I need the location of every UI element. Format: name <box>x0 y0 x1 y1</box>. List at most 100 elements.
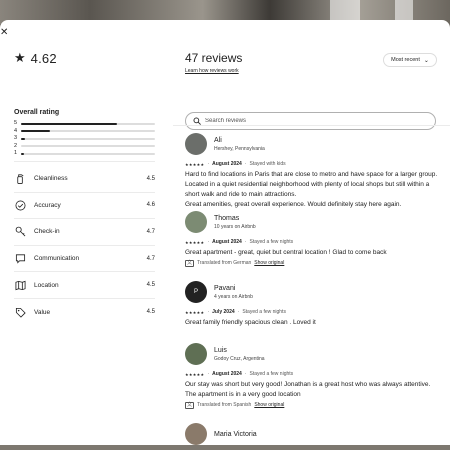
reviewer-subtitle: 4 years on Airbnb <box>214 293 253 300</box>
message-bubble-icon <box>14 253 26 265</box>
separator-dot: · <box>237 309 240 315</box>
category-label: Communication <box>34 255 80 263</box>
category-score: 4.5 <box>146 175 155 182</box>
review-header: Ali Hershey, Pennsylvania <box>185 133 440 155</box>
review-date: August 2024 <box>212 239 242 245</box>
separator-dot: · <box>207 239 210 245</box>
stay-type: Stayed a few nights <box>249 239 294 245</box>
translate-icon: 文 <box>185 402 195 409</box>
distribution-bar-fill <box>21 122 118 125</box>
distribution-star-label: 2 <box>14 142 18 149</box>
avatar[interactable] <box>185 211 207 233</box>
distribution-star-label: 5 <box>14 120 18 127</box>
review-item: Ali Hershey, Pennsylvania ★★★★★ · August 202… <box>185 133 440 210</box>
translated-from: Translated from German <box>197 260 252 266</box>
search-icon <box>193 117 201 125</box>
rating-distribution: 54321 <box>14 120 155 158</box>
review-item: P Pavani 4 years on Airbnb ★★★★★ · July 2024 ·… <box>185 281 440 328</box>
avatar[interactable] <box>185 423 207 445</box>
review-text: Our stay was short but very good! Jonath… <box>185 381 431 398</box>
page-bottom-edge <box>0 445 450 450</box>
distribution-bar-track <box>21 145 155 148</box>
reviewer-name: Luis <box>214 346 227 354</box>
category-rating-location: Location 4.5 <box>14 272 155 299</box>
distribution-bar-track <box>21 137 155 140</box>
five-star-rating-icon: ★★★★★ <box>185 240 205 245</box>
divider <box>173 125 450 126</box>
map-icon <box>14 279 26 291</box>
distribution-bar-track <box>21 130 155 133</box>
category-label: Check-in <box>34 228 60 236</box>
separator-dot: · <box>207 309 210 315</box>
reviewer-name: Pavani <box>214 284 236 292</box>
avatar[interactable] <box>185 343 207 365</box>
rating-summary: ★ 4.62 <box>14 50 159 66</box>
category-rating-check-in: Check-in 4.7 <box>14 219 155 246</box>
category-rating-accuracy: Accuracy 4.6 <box>14 193 155 220</box>
review-date: August 2024 <box>212 161 242 167</box>
divider <box>14 161 155 162</box>
translation-note: 文 Translated from Spanish Show original <box>185 402 440 409</box>
separator-dot: · <box>244 371 247 377</box>
category-score: 4.5 <box>146 309 155 316</box>
review-meta: ★★★★★ · August 2024 · Stayed a few nights <box>185 239 440 246</box>
stay-type: Stayed a few nights <box>242 309 286 315</box>
check-circle-icon <box>14 199 26 211</box>
chevron-down-icon: ⌄ <box>423 57 429 64</box>
review-date: August 2024 <box>212 371 242 377</box>
distribution-row: 5 <box>14 120 155 128</box>
learn-how-reviews-work-link[interactable]: Learn how reviews work <box>185 68 239 74</box>
key-icon <box>14 226 26 238</box>
category-ratings: Cleanliness 4.5 Accuracy 4.6 Check-in 4.7 Comm… <box>14 166 155 326</box>
review-header: P Pavani 4 years on Airbnb <box>185 281 440 303</box>
distribution-row: 2 <box>14 143 155 151</box>
category-label: Accuracy <box>34 201 61 209</box>
show-original-link[interactable]: Show original <box>254 260 284 267</box>
reviewer-subtitle: Hershey, Pennsylvania <box>214 145 265 152</box>
category-rating-cleanliness: Cleanliness 4.5 <box>14 166 155 193</box>
distribution-bar-fill <box>21 130 51 133</box>
separator-dot: · <box>207 371 210 377</box>
distribution-row: 3 <box>14 135 155 143</box>
sort-dropdown[interactable]: Most recent ⌄ <box>383 53 437 67</box>
distribution-bar-track <box>21 152 155 155</box>
search-reviews-bar[interactable] <box>185 112 436 130</box>
distribution-star-label: 3 <box>14 135 18 142</box>
search-reviews-input[interactable] <box>205 118 425 124</box>
five-star-rating-icon: ★★★★★ <box>185 372 205 377</box>
category-score: 4.7 <box>146 255 155 262</box>
translation-note: 文 Translated from German Show original <box>185 260 440 267</box>
reviewer-subtitle: 10 years on Airbnb <box>214 223 256 230</box>
avatar[interactable] <box>185 133 207 155</box>
show-original-link[interactable]: Show original <box>254 402 284 409</box>
five-star-rating-icon: ★★★★★ <box>185 310 205 315</box>
tag-icon <box>14 306 26 318</box>
distribution-bar-fill <box>21 137 26 140</box>
stay-type: Stayed a few nights <box>249 371 294 377</box>
distribution-star-label: 4 <box>14 127 18 134</box>
review-date: July 2024 <box>212 309 235 315</box>
star-icon: ★ <box>14 50 26 65</box>
review-meta: ★★★★★ · August 2024 · Stayed a few nights <box>185 371 440 378</box>
distribution-star-label: 1 <box>14 150 18 157</box>
avatar[interactable]: P <box>185 281 207 303</box>
reviewer-subtitle: Godoy Cruz, Argentina <box>214 355 265 362</box>
distribution-bar-fill <box>21 152 24 155</box>
category-score: 4.5 <box>146 282 155 289</box>
sort-label: Most recent <box>391 57 420 63</box>
average-rating: 4.62 <box>30 50 57 66</box>
reviewer-name: Ali <box>214 136 222 144</box>
close-icon[interactable]: ✕ <box>0 27 10 39</box>
translate-icon: 文 <box>185 260 195 267</box>
separator-dot: · <box>207 161 210 167</box>
distribution-row: 1 <box>14 150 155 158</box>
separator-dot: · <box>244 161 247 167</box>
category-score: 4.7 <box>146 228 155 235</box>
distribution-row: 4 <box>14 128 155 136</box>
reviewer-name: Maria Victoria <box>214 430 257 438</box>
review-item: Luis Godoy Cruz, Argentina ★★★★★ · August 20… <box>185 343 440 409</box>
category-score: 4.6 <box>146 202 155 209</box>
five-star-rating-icon: ★★★★★ <box>185 162 205 167</box>
review-meta: ★★★★★ · August 2024 · Stayed with kids <box>185 161 440 168</box>
category-label: Value <box>34 308 51 316</box>
